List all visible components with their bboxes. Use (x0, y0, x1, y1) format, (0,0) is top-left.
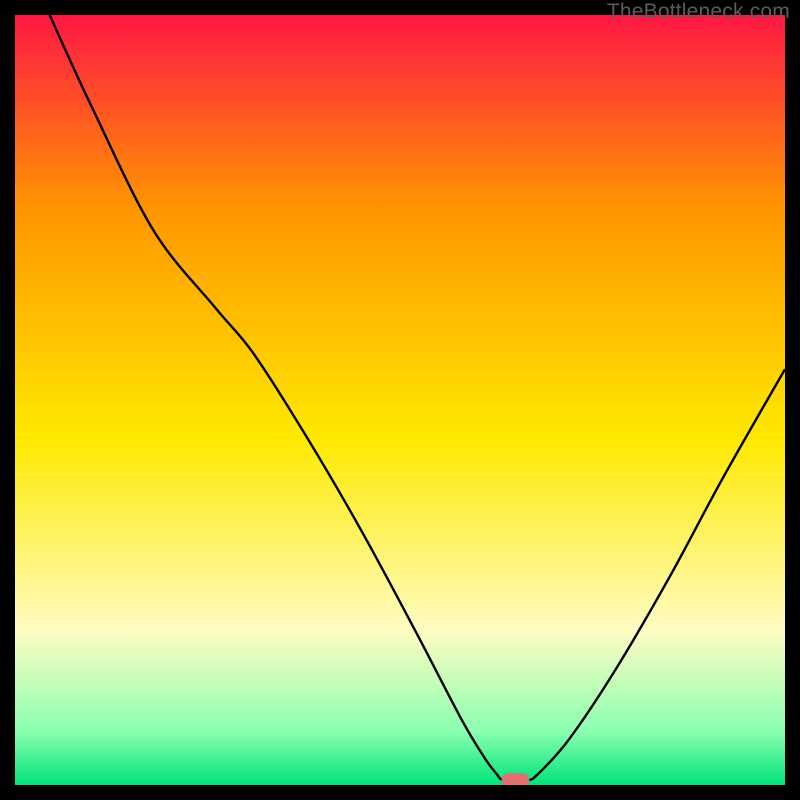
gradient-background (15, 15, 785, 785)
bottleneck-chart (15, 15, 785, 785)
optimum-marker (502, 773, 530, 785)
chart-frame: { "watermark": "TheBottleneck.com", "col… (0, 0, 800, 800)
watermark-text: TheBottleneck.com (607, 0, 790, 24)
